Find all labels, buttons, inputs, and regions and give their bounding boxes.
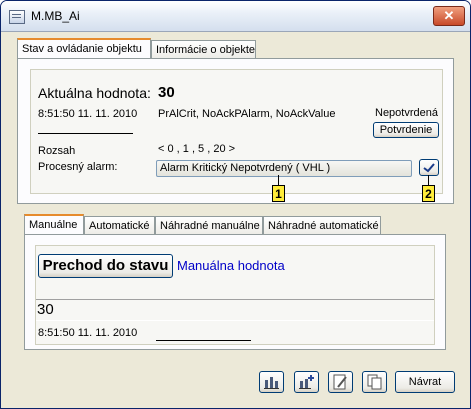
current-value-label: Aktuálna hodnota: xyxy=(38,85,151,101)
callout-marker-2: 2 xyxy=(422,185,435,202)
manual-separator-line xyxy=(156,340,251,341)
dialog-window: M.MB_Ai ✕ Stav a ovládanie objektu Infor… xyxy=(0,0,471,409)
status-flags: PrAlCrit, NoAckPAlarm, NoAckValue xyxy=(158,108,336,120)
checkmark-icon xyxy=(423,163,435,173)
marker-2-arrow xyxy=(428,175,429,185)
window-icon xyxy=(9,10,25,24)
manual-timestamp: 8:51:50 11. 11. 2010 xyxy=(38,327,138,339)
unconfirmed-label: Nepotvrdená xyxy=(375,107,438,119)
bar-chart-icon xyxy=(264,377,279,389)
separator-line xyxy=(38,133,133,134)
manual-value-field[interactable]: 30 xyxy=(36,299,434,321)
current-timestamp: 8:51:50 11. 11. 2010 xyxy=(38,108,138,120)
title-bar[interactable]: M.MB_Ai ✕ xyxy=(1,1,470,32)
chart-button[interactable] xyxy=(259,371,284,393)
manual-value-text: 30 xyxy=(37,301,54,318)
process-alarm-field[interactable]: Alarm Kritický Nepotvrdený ( VHL ) xyxy=(156,160,412,177)
edit-document-button[interactable] xyxy=(328,371,353,393)
chart-add-button[interactable] xyxy=(294,371,319,393)
process-alarm-label: Procesný alarm: xyxy=(38,161,118,173)
copy-button[interactable] xyxy=(362,371,387,393)
marker-1-arrow xyxy=(278,175,279,185)
transition-to-state-button[interactable]: Prechod do stavu xyxy=(38,254,173,278)
current-value: 30 xyxy=(158,84,175,101)
tab-substitute-manual[interactable]: Náhradné manuálne xyxy=(155,216,263,235)
alarm-acknowledge-button[interactable] xyxy=(419,159,439,176)
confirm-button[interactable]: Potvrdenie xyxy=(373,122,439,138)
callout-marker-1: 1 xyxy=(272,185,285,202)
tab-object-info[interactable]: Informácie o objekte xyxy=(151,40,256,59)
range-value: < 0 , 1 , 5 , 20 > xyxy=(158,143,236,155)
close-icon: ✕ xyxy=(443,8,455,23)
tab-automatic[interactable]: Automatické xyxy=(84,216,155,235)
return-button[interactable]: Návrat xyxy=(395,371,455,393)
range-label: Rozsah xyxy=(38,145,76,157)
chart-plus-icon xyxy=(299,375,314,389)
close-button[interactable]: ✕ xyxy=(433,6,465,26)
tab-manual[interactable]: Manuálne xyxy=(24,214,84,235)
tab-state-control[interactable]: Stav a ovládanie objektu xyxy=(17,38,151,59)
copy-icon xyxy=(367,374,382,390)
manual-value-label: Manuálna hodnota xyxy=(177,258,285,273)
window-title: M.MB_Ai xyxy=(31,9,80,23)
document-edit-icon xyxy=(333,374,347,390)
tab-substitute-automatic[interactable]: Náhradné automatické xyxy=(263,216,381,235)
